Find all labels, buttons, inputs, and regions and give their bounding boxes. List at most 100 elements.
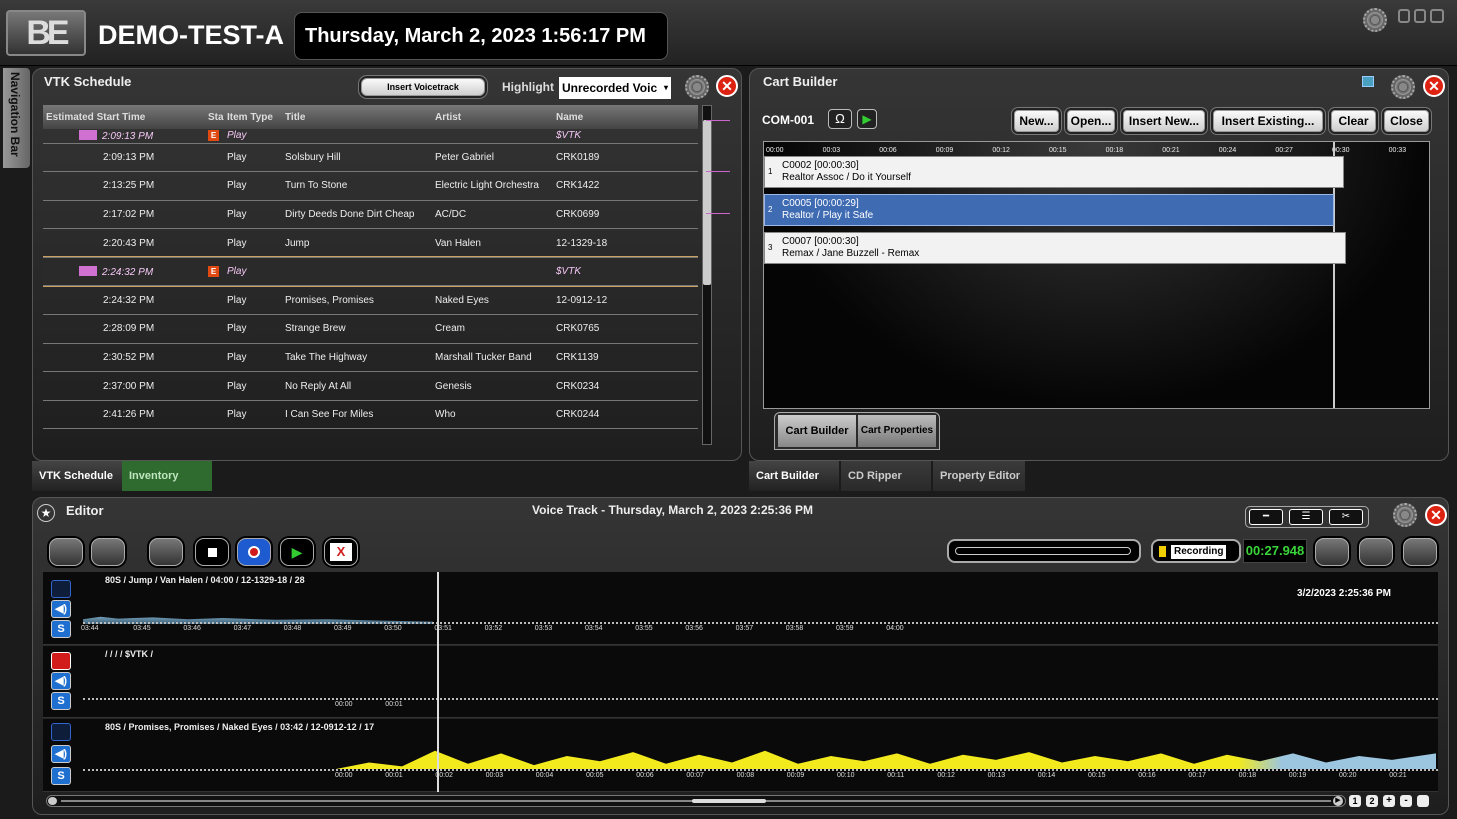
settings-gear-icon[interactable] [1363, 8, 1387, 32]
editor-playhead[interactable] [437, 572, 439, 792]
schedule-scrollbar[interactable] [702, 105, 712, 445]
view-scissors-icon[interactable]: ✂ [1329, 509, 1363, 525]
schedule-row[interactable]: 2:24:32 PM Play Promises, Promises Naked Ey… [43, 286, 698, 315]
zoom-fit-icon[interactable] [1417, 795, 1429, 807]
vtk-placeholder-row[interactable]: 2:24:32 PM E Play $VTK [43, 256, 698, 287]
tab-cart-builder[interactable]: Cart Builder [749, 461, 839, 491]
vtk-settings-gear-icon[interactable] [685, 75, 709, 99]
schedule-row[interactable]: 2:17:02 PM Play Dirty Deeds Done Dirt Chea… [43, 200, 698, 229]
minimize-icon[interactable] [1398, 9, 1410, 23]
scroll-right-icon[interactable]: ▶ [1333, 796, 1343, 806]
zoom-in-button[interactable]: + [1383, 795, 1395, 807]
row-title: Take The Highway [285, 351, 368, 363]
clear-button[interactable]: Clear [1331, 110, 1376, 132]
inner-tab-cart-builder[interactable]: Cart Builder [778, 415, 856, 447]
view-line-icon[interactable]: ━ [1249, 509, 1283, 525]
scroll-left-icon[interactable] [48, 797, 57, 805]
track-1-solo-button[interactable]: S [51, 620, 71, 638]
tab-cd-ripper[interactable]: CD Ripper [841, 461, 931, 491]
cart-close-icon[interactable]: ✕ [1423, 75, 1445, 97]
scrollbar-thumb[interactable] [703, 120, 711, 285]
insert-voicetrack-button[interactable]: Insert Voicetrack [361, 78, 485, 96]
col-header-status[interactable]: Sta [208, 105, 227, 129]
schedule-row[interactable]: 2:30:52 PM Play Take The Highway Marshall T… [43, 343, 698, 372]
close-cart-button[interactable]: Close [1384, 110, 1429, 132]
highlight-select[interactable]: Unrecorded Voic ▾ [559, 77, 671, 99]
zoom-out-button[interactable]: - [1400, 795, 1412, 807]
schedule-row[interactable]: 2:28:09 PM Play Strange Brew Cream CRK0765 [43, 315, 698, 344]
redo-button[interactable] [1359, 538, 1393, 566]
track-2-solo-button[interactable]: S [51, 692, 71, 710]
vtk-close-icon[interactable]: ✕ [716, 75, 738, 97]
row-start-time: 2:13:25 PM [43, 172, 208, 201]
cue-button[interactable] [149, 538, 183, 566]
monitor-icon[interactable] [1362, 76, 1374, 87]
cart-item[interactable]: 3 C0007 [00:00:30] Remax / Jane Buzzell - … [764, 232, 1346, 264]
tab-inventory[interactable]: Inventory [122, 461, 212, 491]
zoom-1-button[interactable]: 1 [1349, 795, 1361, 807]
col-header-item-type[interactable]: Item Type [227, 105, 285, 129]
track-2-volume-icon[interactable]: ◀) [51, 672, 71, 690]
scroll-marker [706, 171, 730, 172]
delete-button[interactable]: X [324, 538, 358, 566]
rewind-start-button[interactable] [49, 538, 83, 566]
navigation-bar-tab[interactable]: Navigation Bar [3, 68, 30, 168]
row-item-type: Play [227, 200, 285, 229]
schedule-row[interactable]: 2:09:13 PM Play Solsbury Hill Peter Gabriel… [43, 143, 698, 172]
schedule-row[interactable]: 2:37:00 PM Play No Reply At All Genesis CRK0… [43, 372, 698, 401]
schedule-row[interactable]: 2:20:43 PM Play Jump Van Halen 12-1329-18 [43, 229, 698, 258]
cart-panel-title: Cart Builder [763, 74, 838, 89]
ruler-tick: 00:00 [335, 772, 353, 779]
track-2[interactable]: ◀) S / / / / $VTK / 00:00 00:01 [43, 646, 1438, 718]
row-time-text: 2:24:32 PM [102, 266, 154, 278]
new-cart-button[interactable]: New... [1014, 110, 1059, 132]
col-header-start-time[interactable]: Estimated Start Time [43, 105, 208, 129]
track-1-volume-icon[interactable]: ◀) [51, 600, 71, 618]
headphones-icon[interactable]: Ω [828, 109, 852, 129]
track-2-record-toggle[interactable] [51, 652, 71, 670]
play-button[interactable]: ▶ [280, 538, 314, 566]
track-3-solo-button[interactable]: S [51, 767, 71, 785]
track-3-record-toggle[interactable] [51, 723, 71, 741]
cart-item[interactable]: 1 C0002 [00:00:30] Realtor Assoc / Do it Y… [764, 156, 1344, 188]
editor-settings-gear-icon[interactable] [1393, 503, 1417, 527]
col-header-name[interactable]: Name [556, 105, 698, 129]
undo-button[interactable] [1315, 538, 1349, 566]
row-title: Strange Brew [285, 323, 346, 335]
track-1[interactable]: ◀) S 80S / Jump / Van Halen / 04:00 / 12… [43, 572, 1438, 645]
star-icon[interactable]: ★ [37, 504, 55, 522]
save-button[interactable] [1403, 538, 1437, 566]
track-3[interactable]: ◀) S 80S / Promises, Promises / Naked Ey… [43, 719, 1438, 792]
scroll-thumb[interactable] [692, 799, 766, 803]
vtk-placeholder-row[interactable]: 2:09:13 PM E Play $VTK [43, 129, 698, 143]
record-button[interactable] [237, 538, 271, 566]
tab-property-editor[interactable]: Property Editor [933, 461, 1025, 491]
row-status [208, 315, 227, 344]
col-header-title[interactable]: Title [285, 105, 435, 129]
tab-vtk-schedule[interactable]: VTK Schedule [32, 461, 122, 491]
insert-new-button[interactable]: Insert New... [1123, 110, 1205, 132]
inner-tab-cart-properties[interactable]: Cart Properties [858, 415, 936, 447]
editor-hscrollbar[interactable] [46, 795, 1346, 807]
view-tracks-icon[interactable]: ☰ [1289, 509, 1323, 525]
cart-ruler-tick: 00:18 [1105, 147, 1124, 154]
schedule-row[interactable]: 2:41:26 PM Play I Can See For Miles Who CRK0… [43, 400, 698, 429]
stop-button[interactable] [195, 538, 229, 566]
insert-existing-button[interactable]: Insert Existing... [1213, 110, 1323, 132]
zoom-2-button[interactable]: 2 [1366, 795, 1378, 807]
play-icon[interactable]: ▶ [857, 109, 877, 129]
track-3-volume-icon[interactable]: ◀) [51, 745, 71, 763]
window-close-icon[interactable] [1430, 9, 1444, 23]
open-cart-button[interactable]: Open... [1067, 110, 1115, 132]
rewind-button[interactable] [91, 538, 125, 566]
editor-close-icon[interactable]: ✕ [1425, 504, 1447, 526]
track-1-record-toggle[interactable] [51, 580, 71, 598]
schedule-row[interactable]: 2:13:25 PM Play Turn To Stone Electric Ligh… [43, 172, 698, 201]
row-name: $VTK [556, 266, 582, 278]
event-badge-icon: E [208, 130, 219, 142]
col-header-artist[interactable]: Artist [435, 105, 556, 129]
cart-item[interactable]: 2 C0005 [00:00:29] Realtor / Play it Safe [764, 194, 1334, 226]
maximize-icon[interactable] [1414, 9, 1426, 23]
ruler-tick: 00:19 [1288, 772, 1307, 779]
cart-settings-gear-icon[interactable] [1391, 75, 1415, 99]
